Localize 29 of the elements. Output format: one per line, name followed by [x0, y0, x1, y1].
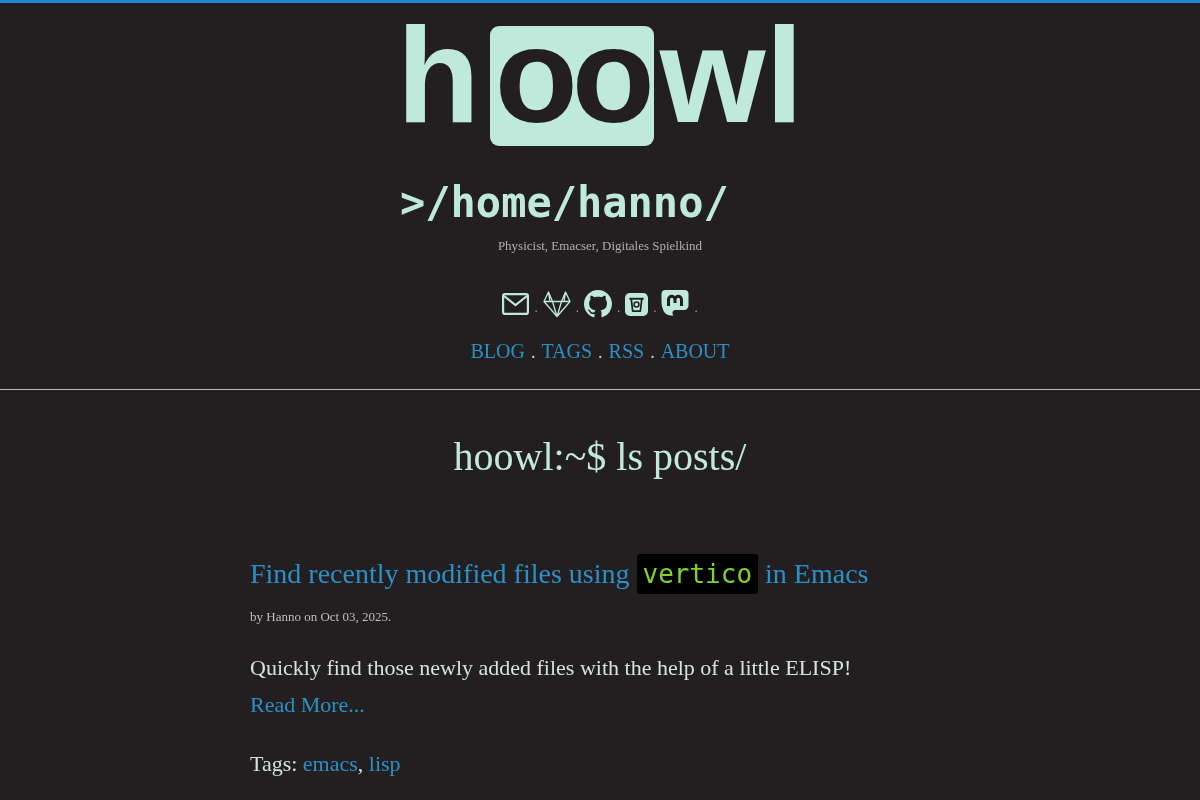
nav-separator: . [598, 341, 603, 364]
page-heading: hoowl:~$ ls posts/ [452, 433, 748, 481]
icon-separator: . [616, 300, 621, 314]
tags-line: Tags: emacs, lisp [250, 750, 402, 778]
site-title: >/home/hanno/ [400, 178, 730, 228]
icon-separator: . [575, 300, 579, 314]
read-more-link[interactable]: Read More... [250, 692, 365, 717]
gitlab-icon[interactable] [542, 290, 571, 318]
site-logo[interactable]: h oowl [396, 7, 804, 146]
mail-icon[interactable] [502, 293, 530, 315]
inline-code: vertico [636, 554, 759, 594]
tag-link[interactable]: emacs [302, 751, 358, 776]
nav-separator: . [650, 341, 655, 364]
nav-separator: . [530, 341, 536, 364]
nav-link[interactable]: ABOUT [660, 338, 730, 364]
nav-link[interactable]: RSS [608, 338, 645, 364]
tag-link[interactable]: lisp [368, 751, 401, 776]
post-title-link[interactable]: Find recently modified files using vertico in Emacs [250, 552, 950, 596]
post-meta: by Hanno on Oct 03, 2025. [250, 608, 393, 626]
icon-separator: . [653, 300, 657, 314]
nav-link[interactable]: BLOG [470, 338, 525, 364]
github-icon[interactable] [583, 290, 612, 318]
icon-separator: . [534, 300, 538, 314]
tagline: Physicist, Emacser, Digitales Spielkind [497, 237, 703, 255]
mastodon-icon[interactable] [661, 289, 690, 319]
cup-icon[interactable] [625, 292, 649, 316]
icon-separator: . [694, 300, 698, 314]
post-summary: Quickly find those newly added files with the help of a little ELISP! Read More... [250, 654, 853, 719]
nav-link[interactable]: TAGS [541, 338, 593, 364]
